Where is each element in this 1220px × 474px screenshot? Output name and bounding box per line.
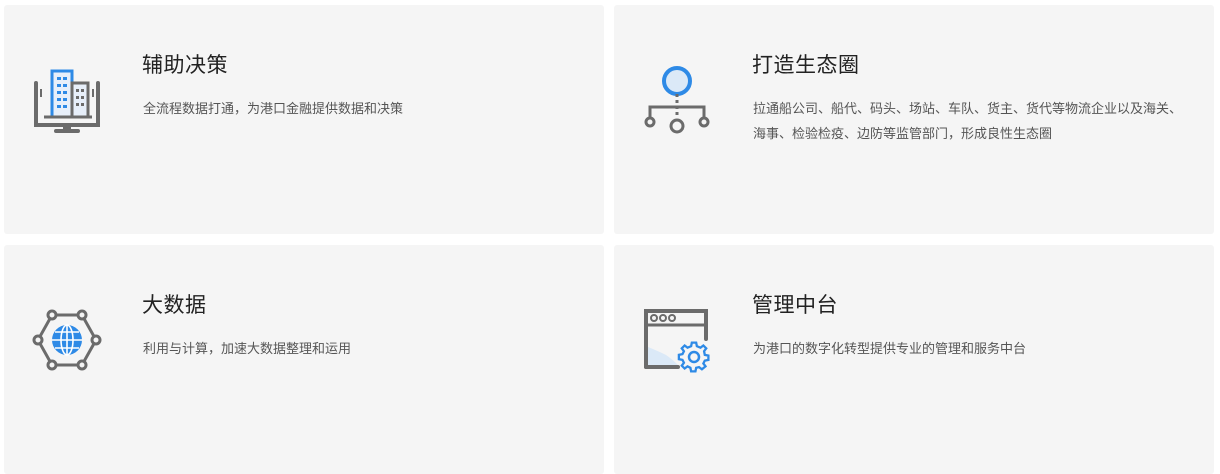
card-description: 利用与计算，加速大数据整理和运用 — [143, 342, 352, 357]
card-description: 为港口的数字化转型提供专业的管理和服务中台 — [753, 342, 1027, 357]
network-node-icon — [640, 63, 714, 137]
card-title: 辅助决策 — [142, 53, 228, 77]
card-description: 拉通船公司、船代、码头、场站、车队、货主、货代等物流企业以及海关、海事、检验检疫… — [753, 102, 1183, 142]
feature-grid: 辅助决策 全流程数据打通，为港口金融提供数据和决策 打造生态圈 拉通船公司、船代… — [0, 0, 1220, 474]
feature-card-decision-support: 辅助决策 全流程数据打通，为港口金融提供数据和决策 — [4, 5, 604, 234]
feature-card-management-platform: 管理中台 为港口的数字化转型提供专业的管理和服务中台 — [614, 245, 1214, 474]
browser-gear-icon — [640, 303, 714, 377]
card-title: 打造生态圈 — [752, 53, 860, 77]
card-title: 大数据 — [142, 293, 207, 317]
feature-card-ecosystem: 打造生态圈 拉通船公司、船代、码头、场站、车队、货主、货代等物流企业以及海关、海… — [614, 5, 1214, 234]
card-title: 管理中台 — [752, 293, 838, 317]
globe-network-icon — [30, 303, 104, 377]
building-monitor-icon — [30, 63, 104, 137]
card-description: 全流程数据打通，为港口金融提供数据和决策 — [143, 102, 404, 117]
feature-card-big-data: 大数据 利用与计算，加速大数据整理和运用 — [4, 245, 604, 474]
